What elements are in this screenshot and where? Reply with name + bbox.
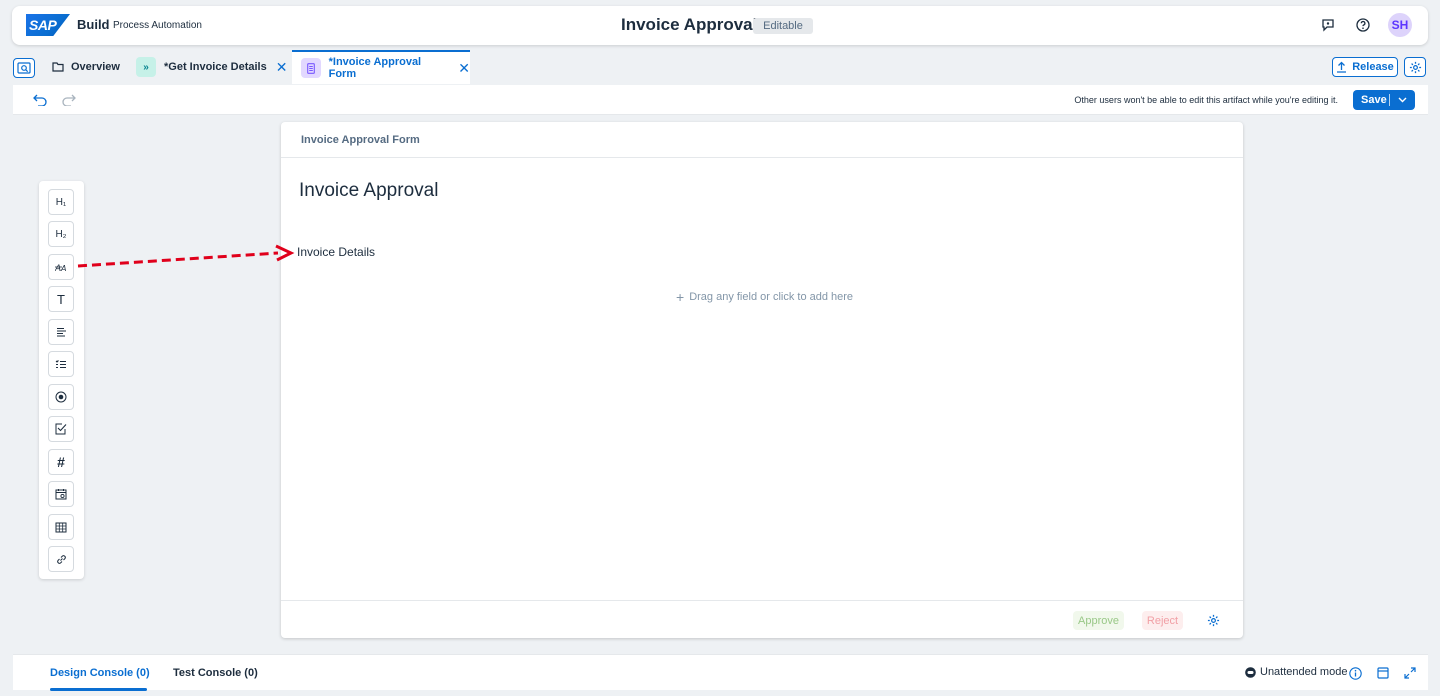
- release-label: Release: [1352, 61, 1394, 73]
- drop-hint-label: Drag any field or click to add here: [689, 291, 854, 303]
- tab-label: *Invoice Approval Form: [328, 56, 422, 80]
- link-icon[interactable]: [48, 546, 74, 572]
- undo-icon[interactable]: [32, 92, 48, 108]
- gear-icon[interactable]: [1205, 612, 1221, 628]
- form-name: Invoice Approval Form: [301, 134, 420, 146]
- tab-invoice-approval-form[interactable]: *Invoice Approval Form ✕: [292, 50, 470, 84]
- gear-icon: [1409, 61, 1421, 73]
- table-icon[interactable]: [48, 514, 74, 540]
- paragraph-icon[interactable]: AA: [48, 254, 74, 280]
- editor-toolbar: Other users won't be able to edit this a…: [13, 85, 1428, 115]
- tab-overview[interactable]: Overview: [52, 50, 120, 84]
- form-icon: [301, 58, 321, 78]
- reject-button[interactable]: Reject: [1142, 611, 1183, 630]
- text-field-icon[interactable]: T: [48, 286, 74, 312]
- product-name: Process Automation: [113, 20, 202, 31]
- number-icon[interactable]: #: [48, 449, 74, 475]
- field-palette: H₁ H₂ AA T #: [39, 181, 84, 579]
- upload-icon: [1336, 61, 1347, 73]
- form-header: Invoice Approval Form: [281, 122, 1243, 158]
- page-title: Invoice Approval: [621, 15, 758, 34]
- status-badge: Editable: [753, 18, 813, 34]
- folder-icon: [52, 62, 64, 72]
- feedback-icon[interactable]: [1320, 17, 1336, 33]
- tab-label: Overview: [71, 61, 120, 73]
- console-bar: Design Console (0) Test Console (0) Unat…: [13, 654, 1428, 691]
- save-label: Save: [1361, 94, 1387, 106]
- heading-2-icon[interactable]: H₂: [48, 221, 74, 247]
- tab-bar: Overview » *Get Invoice Details ✕ *Invoi…: [0, 50, 1440, 85]
- tab-get-invoice-details[interactable]: » *Get Invoice Details ✕: [136, 50, 287, 84]
- text-area-icon[interactable]: [48, 319, 74, 345]
- robot-icon: [1245, 666, 1256, 678]
- redo-icon[interactable]: [61, 92, 77, 108]
- shell-bar: SAP Build Process Automation Invoice App…: [12, 6, 1428, 45]
- search-artifacts-button[interactable]: [13, 58, 35, 78]
- approve-button[interactable]: Approve: [1073, 611, 1124, 630]
- tab-test-console[interactable]: Test Console (0): [173, 667, 258, 679]
- dropdown-list-icon[interactable]: [48, 351, 74, 377]
- date-picker-icon[interactable]: [48, 481, 74, 507]
- release-button[interactable]: Release: [1332, 57, 1398, 77]
- unattended-mode-status: Unattended mode: [1245, 666, 1347, 678]
- heading-1-icon[interactable]: H₁: [48, 189, 74, 215]
- save-button[interactable]: Save: [1353, 90, 1415, 110]
- user-avatar[interactable]: SH: [1388, 13, 1412, 37]
- brand-name: Build: [77, 17, 110, 32]
- sap-logo[interactable]: SAP: [26, 14, 70, 36]
- chevron-down-icon[interactable]: [1390, 97, 1415, 103]
- active-tab-indicator: [50, 688, 147, 691]
- plus-icon: +: [676, 289, 685, 305]
- search-icon: [17, 62, 31, 74]
- help-icon[interactable]: [1355, 17, 1371, 33]
- panel-icon[interactable]: [1376, 666, 1390, 680]
- svg-text:A: A: [60, 264, 66, 273]
- form-subheading[interactable]: Invoice Details: [297, 245, 375, 259]
- close-icon[interactable]: ✕: [276, 59, 288, 76]
- radio-button-icon[interactable]: [48, 384, 74, 410]
- edit-lock-note: Other users won't be able to edit this a…: [1074, 95, 1338, 105]
- automation-icon: »: [136, 57, 156, 77]
- close-icon[interactable]: ✕: [458, 60, 470, 77]
- form-footer: Approve Reject: [281, 600, 1243, 638]
- info-icon[interactable]: [1348, 666, 1362, 680]
- checkbox-icon[interactable]: [48, 416, 74, 442]
- settings-button[interactable]: [1404, 57, 1426, 77]
- mode-label: Unattended mode: [1260, 666, 1348, 678]
- add-field-dropzone[interactable]: + Drag any field or click to add here: [676, 289, 853, 305]
- expand-icon[interactable]: [1403, 666, 1417, 680]
- tab-design-console[interactable]: Design Console (0): [50, 667, 150, 679]
- tab-label: *Get Invoice Details: [164, 61, 267, 73]
- form-card: Invoice Approval Form Invoice Approval I…: [281, 122, 1243, 638]
- form-heading[interactable]: Invoice Approval: [299, 180, 438, 202]
